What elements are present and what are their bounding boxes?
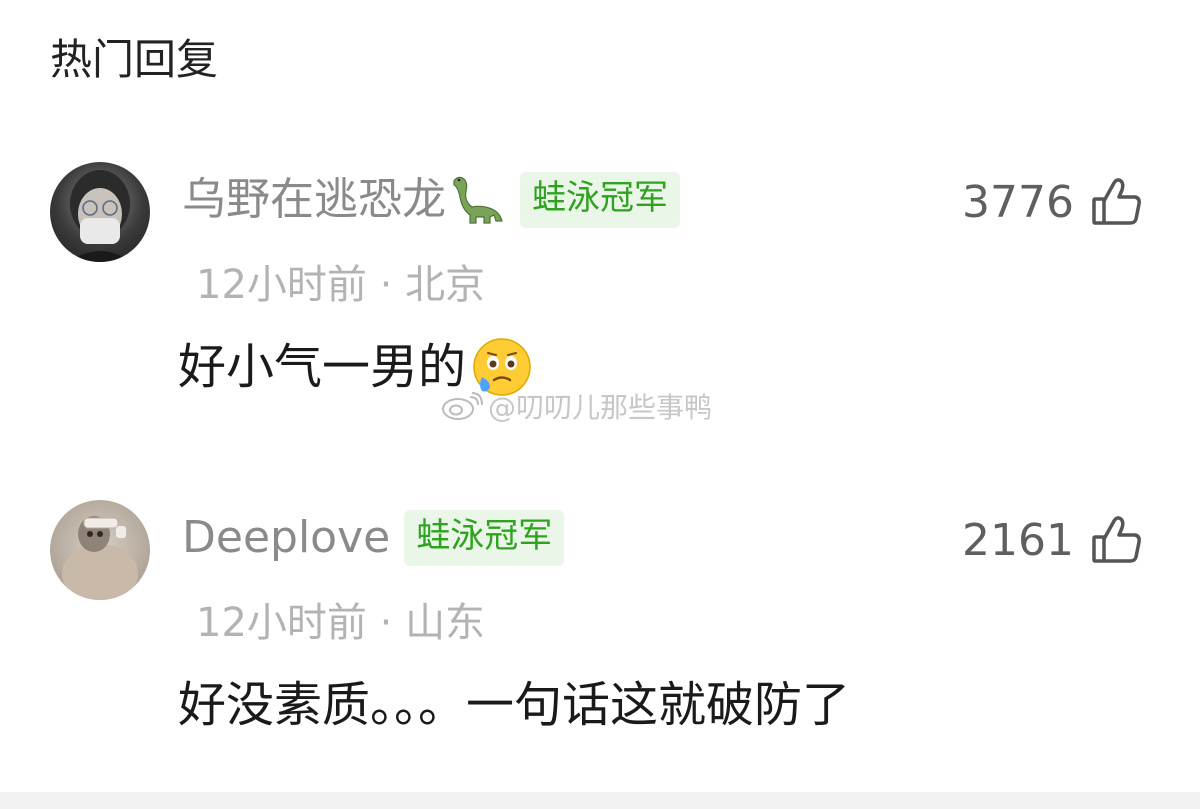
watermark-text: @叨叨儿那些事鸭	[488, 391, 713, 424]
comment-text: 好小气一男的	[178, 339, 467, 395]
thumbs-up-icon	[1090, 513, 1144, 567]
thumbs-up-icon	[1090, 175, 1144, 229]
like-button[interactable]: 3776	[962, 172, 1144, 232]
hot-replies-page: 热门回复 乌野在逃恐龙 蛙泳冠军 3776 12小时前 · 北京 好小气一男的 …	[0, 0, 1200, 809]
sauropod-emoji	[448, 171, 506, 229]
weibo-logo-icon	[442, 392, 483, 420]
avatar[interactable]	[50, 162, 150, 262]
avatar[interactable]	[50, 500, 150, 600]
bottom-divider-bar	[0, 792, 1200, 809]
like-count: 3776	[962, 176, 1074, 228]
meta-separator: ·	[379, 600, 393, 646]
comment-time: 12小时前	[196, 600, 367, 646]
comment-location: 北京	[405, 262, 486, 308]
username[interactable]: Deeplove	[182, 508, 390, 568]
name-row: Deeplove 蛙泳冠军	[182, 508, 565, 568]
user-badge[interactable]: 蛙泳冠军	[520, 172, 680, 228]
comment-text: 好没素质。。。一句话这就破防了	[178, 677, 851, 733]
watermark: @叨叨儿那些事鸭	[440, 386, 712, 426]
comment-time: 12小时前	[196, 262, 367, 308]
avatar-photo	[62, 516, 138, 600]
avatar-photo	[68, 170, 132, 262]
comment-meta: 12小时前 · 北京	[196, 255, 485, 315]
section-title: 热门回复	[50, 35, 219, 84]
comment-location: 山东	[405, 600, 486, 646]
like-button[interactable]: 2161	[962, 510, 1144, 570]
user-badge[interactable]: 蛙泳冠军	[404, 510, 565, 566]
username[interactable]: 乌野在逃恐龙	[182, 170, 446, 230]
comment-text-row: 好没素质。。。一句话这就破防了	[178, 670, 850, 740]
name-row: 乌野在逃恐龙 蛙泳冠军	[182, 170, 680, 230]
comment-meta: 12小时前 · 山东	[196, 593, 485, 653]
meta-separator: ·	[379, 262, 393, 308]
like-count: 2161	[962, 514, 1074, 566]
